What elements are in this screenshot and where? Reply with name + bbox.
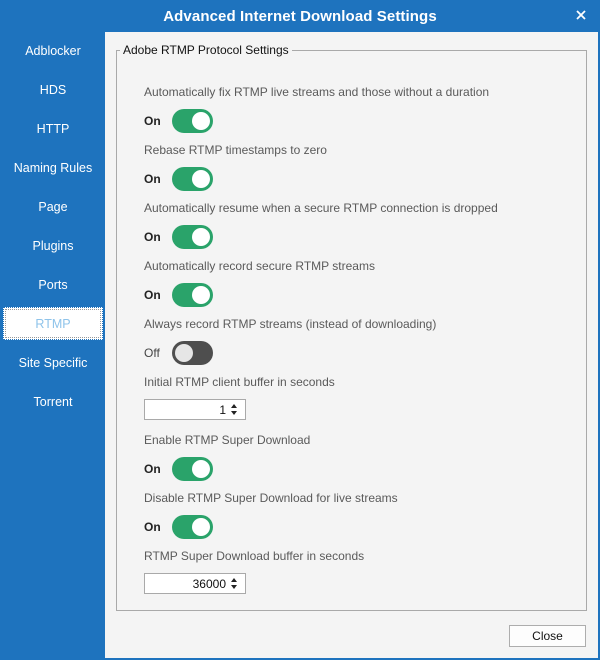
sidebar-item-label: Page (38, 199, 68, 214)
toggle-row: Off (144, 341, 264, 365)
always-record-toggle[interactable] (172, 341, 213, 365)
decrement-icon[interactable] (231, 585, 237, 589)
close-icon[interactable] (575, 9, 587, 21)
super-download-toggle[interactable] (172, 457, 213, 481)
sidebar-item-label: Site Specific (18, 355, 88, 370)
toggle-knob (175, 344, 193, 362)
sidebar-item-label: Adblocker (25, 43, 81, 58)
settings-window: Advanced Internet Download Settings Adbl… (0, 0, 600, 660)
toggle-state: On (144, 462, 161, 476)
sidebar-item-http[interactable]: HTTP (3, 112, 103, 145)
decrement-icon[interactable] (231, 411, 237, 415)
toggle-row: On (144, 457, 264, 481)
toggle-knob (192, 112, 210, 130)
toggle-row: On (144, 515, 264, 539)
setting-label: Enable RTMP Super Download (144, 433, 311, 447)
sidebar-item-naming-rules[interactable]: Naming Rules (3, 151, 103, 184)
toggle-state: On (144, 114, 161, 128)
toggle-state: On (144, 288, 161, 302)
toggle-row: On (144, 225, 264, 249)
sidebar-item-label: HDS (39, 82, 67, 97)
title-bar: Advanced Internet Download Settings (0, 0, 600, 32)
sidebar-item-label: HTTP (36, 121, 70, 136)
toggle-row: On (144, 283, 264, 307)
sidebar-item-hds[interactable]: HDS (3, 73, 103, 106)
sidebar-item-rtmp[interactable]: RTMP (3, 307, 103, 340)
toggle-row: On (144, 109, 264, 133)
record-secure-toggle[interactable] (172, 283, 213, 307)
sidebar-item-torrent[interactable]: Torrent (3, 385, 103, 418)
toggle-knob (192, 228, 210, 246)
super-download-buffer-stepper (144, 573, 246, 594)
settings-panel: Adobe RTMP Protocol Settings Automatical… (105, 32, 598, 658)
fix-live-streams-toggle[interactable] (172, 109, 213, 133)
rtmp-settings-group: Adobe RTMP Protocol Settings Automatical… (116, 43, 587, 611)
toggle-state: On (144, 520, 161, 534)
sidebar: Adblocker HDS HTTP Naming Rules Page Plu… (0, 32, 105, 660)
sidebar-item-adblocker[interactable]: Adblocker (3, 34, 103, 67)
increment-icon[interactable] (231, 578, 237, 582)
sidebar-item-label: RTMP (35, 316, 71, 331)
toggle-knob (192, 286, 210, 304)
sidebar-item-site-specific[interactable]: Site Specific (3, 346, 103, 379)
increment-icon[interactable] (231, 404, 237, 408)
toggle-row: On (144, 167, 264, 191)
setting-label: Automatically fix RTMP live streams and … (144, 85, 490, 99)
window-title: Advanced Internet Download Settings (163, 7, 437, 25)
sidebar-item-label: Naming Rules (13, 160, 93, 175)
super-download-buffer-input[interactable] (146, 575, 228, 592)
setting-label: Initial RTMP client buffer in seconds (144, 375, 335, 389)
setting-label: Automatically resume when a secure RTMP … (144, 201, 498, 215)
toggle-state: On (144, 230, 161, 244)
close-button[interactable]: Close (509, 625, 586, 647)
setting-label: Rebase RTMP timestamps to zero (144, 143, 327, 157)
setting-label: Always record RTMP streams (instead of d… (144, 317, 437, 331)
rebase-timestamps-toggle[interactable] (172, 167, 213, 191)
stepper-buttons (229, 401, 243, 418)
disable-super-download-live-toggle[interactable] (172, 515, 213, 539)
sidebar-item-plugins[interactable]: Plugins (3, 229, 103, 262)
group-legend: Adobe RTMP Protocol Settings (123, 43, 289, 57)
auto-resume-toggle[interactable] (172, 225, 213, 249)
toggle-state: On (144, 172, 161, 186)
toggle-knob (192, 460, 210, 478)
sidebar-item-label: Plugins (32, 238, 74, 253)
stepper-buttons (229, 575, 243, 592)
setting-label: Disable RTMP Super Download for live str… (144, 491, 398, 505)
toggle-knob (192, 518, 210, 536)
setting-label: Automatically record secure RTMP streams (144, 259, 375, 273)
toggle-state: Off (144, 346, 160, 360)
sidebar-item-page[interactable]: Page (3, 190, 103, 223)
sidebar-item-label: Torrent (33, 394, 73, 409)
setting-label: RTMP Super Download buffer in seconds (144, 549, 365, 563)
toggle-knob (192, 170, 210, 188)
sidebar-item-label: Ports (38, 277, 68, 292)
sidebar-item-ports[interactable]: Ports (3, 268, 103, 301)
client-buffer-stepper (144, 399, 246, 420)
client-buffer-input[interactable] (146, 401, 228, 418)
